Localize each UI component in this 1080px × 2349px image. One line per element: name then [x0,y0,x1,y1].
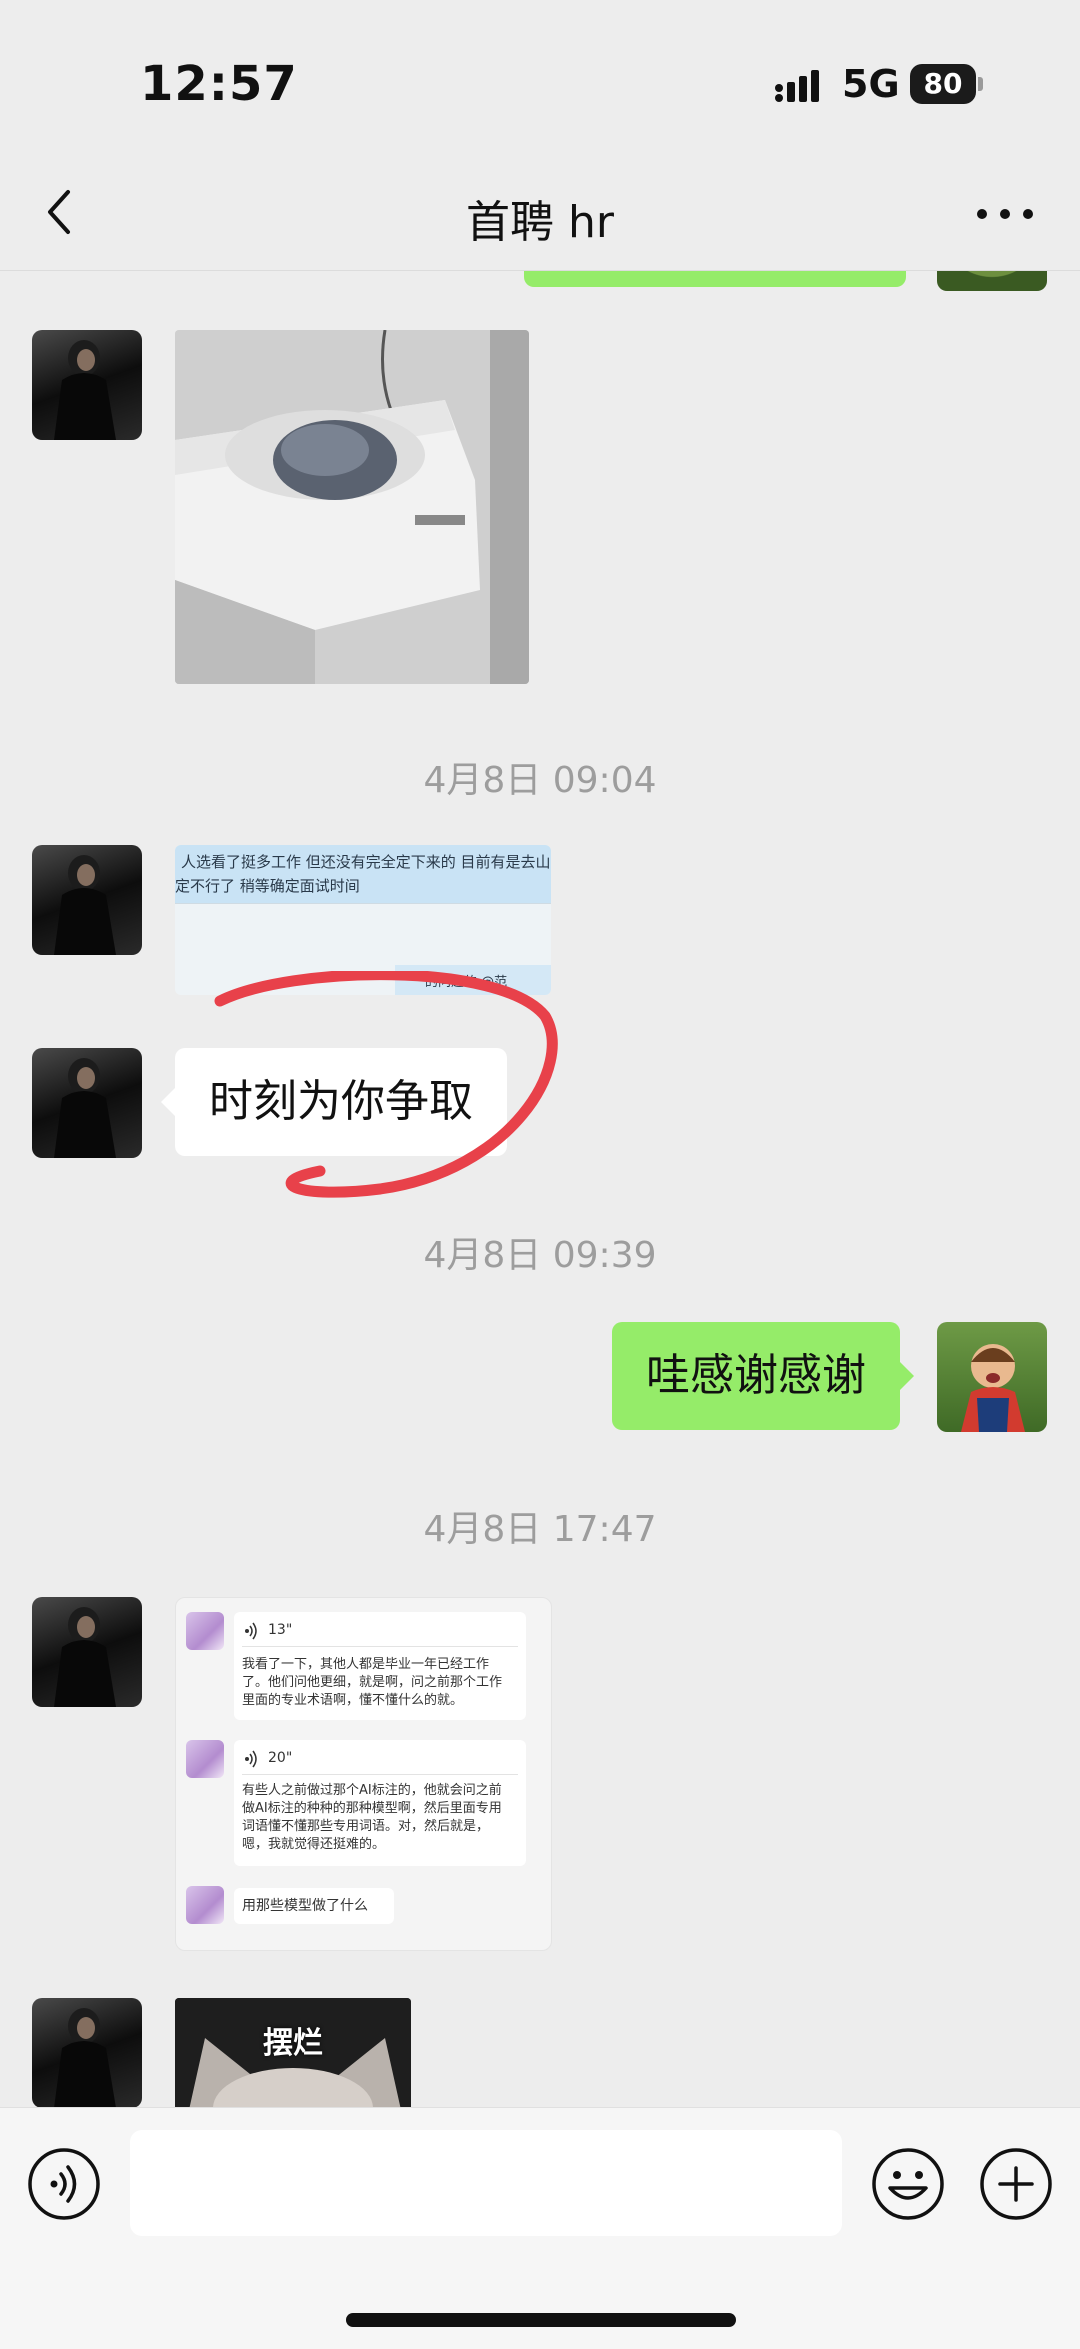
chat-title: 首聘 hr [466,197,614,248]
hr-avatar[interactable] [32,845,142,955]
signal-icon [775,70,819,102]
hr-avatar[interactable] [32,330,142,440]
sticker-cat[interactable]: 摆烂 [175,1998,411,2107]
image-message-washing-machine[interactable] [175,330,529,684]
more-dots-icon[interactable] [970,196,1040,232]
person-silhouette-icon [54,1607,116,1707]
text-message-box: 用那些模型做了什么 [234,1888,394,1924]
voice-message-box: 13" 我看了一下，其他人都是毕业一年已经工作 了。他们问他更细，就是啊，问之前… [234,1612,526,1720]
my-avatar[interactable] [937,1322,1047,1432]
voice-wave-icon [245,1622,257,1640]
screenshot-divider [175,903,551,904]
person-silhouette-icon [54,2008,116,2107]
person-silhouette-icon [54,1058,116,1158]
timestamp: 4月8日 17:47 [423,1509,657,1550]
image-message-voice-transcripts[interactable]: 13" 我看了一下，其他人都是毕业一年已经工作 了。他们问他更细，就是啊，问之前… [175,1597,552,1951]
anime-avatar [186,1612,224,1650]
status-time: 12:57 [140,56,298,112]
emoji-icon[interactable] [870,2146,946,2222]
message-input[interactable] [130,2130,842,2236]
voice-duration: 20" [268,1750,293,1766]
my-text-message-bubble[interactable]: 哇感谢感谢 [612,1322,914,1430]
screenshot-text: 定不行了 稍等确定面试时间 [175,877,360,895]
voice-transcript: 我看了一下，其他人都是毕业一年已经工作 了。他们问他更细，就是啊，问之前那个工作… [242,1657,503,1708]
hr-avatar[interactable] [32,1048,142,1158]
hr-avatar[interactable] [32,1597,142,1707]
voice-message-box: 20" 有些人之前做过那个AI标注的，他就会问之前 做AI标注的种种的那种模型啊… [234,1740,526,1866]
divider [242,1646,518,1647]
red-annotation-circle [214,971,558,1198]
voice-transcript: 有些人之前做过那个AI标注的，他就会问之前 做AI标注的种种的那种模型啊，然后里… [242,1783,502,1852]
timestamp: 4月8日 09:04 [423,760,657,801]
status-bar: 12:57 5G 80 [0,0,1080,160]
screenshot-text: 人选看了挺多工作 但还没有完全定下来的 目前有是去山东了 [181,853,551,871]
anime-avatar [186,1740,224,1778]
home-indicator[interactable] [346,2313,736,2327]
battery-icon: 80 [910,64,983,104]
battery-level: 80 [923,67,963,100]
anime-avatar [186,1886,224,1924]
plus-icon[interactable] [978,2146,1054,2222]
washing-machine-photo [175,330,529,684]
my-avatar[interactable] [937,271,1047,291]
chat-header: 首聘 hr [0,160,1080,271]
child-photo-icon [961,1344,1025,1432]
message-list[interactable]: 4月8日 09:04 人选看了挺多工作 但还没有完全定下来的 目前有是去山东了 … [0,271,1080,2107]
person-silhouette-icon [54,340,116,440]
voice-icon[interactable] [26,2146,102,2222]
person-silhouette-icon [54,855,116,955]
hr-avatar[interactable] [32,1998,142,2107]
sticker-caption: 摆烂 [263,2026,323,2061]
message-text: 用那些模型做了什么 [242,1898,368,1914]
partial-green-bubble [524,271,906,287]
timestamp: 4月8日 09:39 [423,1235,657,1276]
network-type: 5G [842,62,900,106]
voice-duration: 13" [268,1622,293,1638]
divider [242,1774,518,1775]
voice-wave-icon [245,1750,257,1768]
